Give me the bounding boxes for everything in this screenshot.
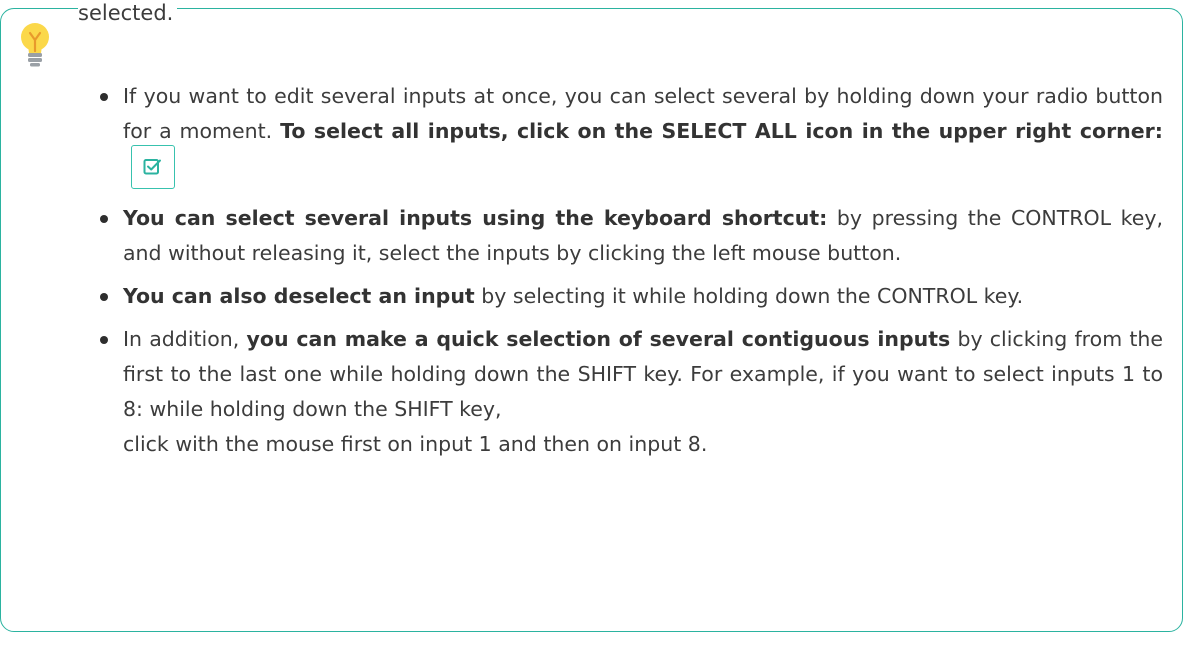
lightbulb-icon — [18, 20, 52, 70]
list-item: You can also deselect an input by select… — [100, 279, 1163, 314]
list-item: In addition, you can make a quick select… — [100, 322, 1163, 462]
list-item: If you want to edit several inputs at on… — [100, 79, 1163, 193]
tips-list: If you want to edit several inputs at on… — [100, 79, 1163, 470]
tip-text: In addition, — [123, 327, 247, 351]
tip-text-last-line: click with the mouse first on input 1 an… — [121, 427, 1163, 462]
select-all-checkbox-icon — [131, 145, 175, 189]
tip-bold-text: You can also deselect an input — [123, 284, 475, 308]
previous-text-fragment: selected. — [78, 0, 178, 30]
tip-bold-text: You can select several inputs using the … — [123, 206, 828, 230]
tip-text: by selecting it while holding down the C… — [474, 284, 1024, 308]
tip-bold-text: To select all inputs, click on the SELEC… — [280, 119, 1163, 143]
list-item: You can select several inputs using the … — [100, 201, 1163, 271]
tip-bold-text: you can make a quick selection of severa… — [246, 327, 951, 351]
